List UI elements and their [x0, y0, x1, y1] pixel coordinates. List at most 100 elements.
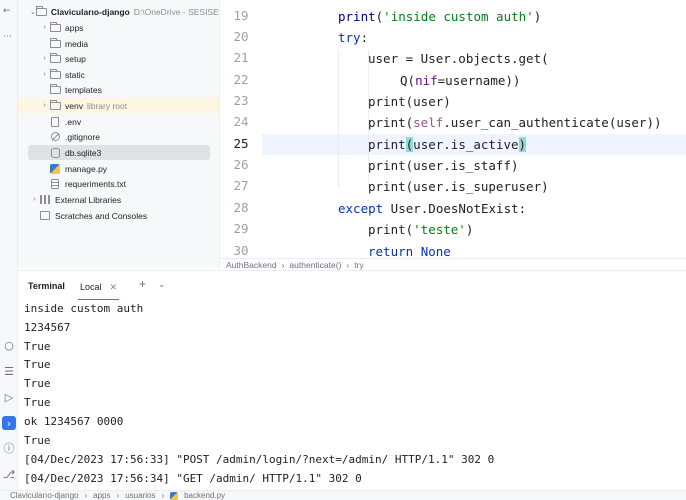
line-number: 20	[233, 29, 249, 44]
tree-item-label: templates	[65, 84, 102, 95]
line-number: 23	[233, 93, 249, 108]
tree-item-templates[interactable]: templates	[18, 82, 219, 97]
status-bar: Clavicularıo-django › apps › usuarios › …	[0, 490, 686, 500]
line-number: 27	[233, 178, 249, 193]
run-icon[interactable]: ▷	[2, 390, 16, 404]
line-number: 24	[233, 114, 249, 129]
folder-icon	[49, 52, 61, 64]
line-number: 29	[233, 221, 249, 236]
tree-item-venv[interactable]: › venv library root	[18, 98, 219, 113]
terminal-line: True	[24, 377, 51, 390]
code-line-22: Q(nif=username))	[400, 73, 521, 88]
folder-icon	[49, 21, 61, 33]
tree-item-label: manage.py	[65, 163, 108, 174]
code-line-21: user = User.objects.get(	[368, 51, 549, 66]
tree-item-manage-py[interactable]: manage.py	[18, 161, 219, 176]
tab-local[interactable]: Local ✕	[78, 275, 120, 301]
tree-item-apps[interactable]: › apps	[18, 20, 219, 35]
file-icon	[49, 116, 61, 127]
python-file-icon	[170, 491, 179, 500]
tree-item-label: media	[65, 38, 89, 49]
status-crumb[interactable]: usuarios	[125, 491, 155, 500]
collapse-icon[interactable]: ←	[3, 6, 11, 16]
terminal-line: True	[24, 434, 51, 447]
terminal-line: [04/Dec/2023 17:56:34] "GET /admin/ HTTP…	[24, 472, 362, 485]
tree-item-external-libraries[interactable]: › External Libraries	[18, 192, 219, 207]
more-icon[interactable]: ⋯	[3, 32, 12, 42]
tree-item-label: setup	[65, 53, 86, 64]
chevron-right-icon: ›	[116, 491, 120, 500]
terminal-line: inside custom auth	[24, 302, 144, 315]
scratches-icon	[39, 211, 51, 221]
line-number: 25	[233, 136, 249, 151]
library-icon	[39, 195, 51, 205]
breadcrumb-item[interactable]: try	[354, 260, 363, 270]
chevron-right-icon: ›	[346, 259, 350, 270]
database-icon	[49, 147, 61, 158]
breadcrumb-item[interactable]: authenticate()	[289, 260, 341, 270]
code-line-24: print(self.user_can_authenticate(user))	[368, 115, 662, 130]
root-name: Clavicularıo-django	[50, 6, 130, 17]
folder-icon	[49, 99, 61, 111]
line-number: 21	[233, 50, 249, 65]
terminal-output[interactable]: inside custom auth 1234567 True True Tru…	[18, 300, 686, 490]
tree-item-media[interactable]: media	[18, 36, 219, 51]
layers-icon[interactable]: ☰	[2, 364, 16, 378]
terminal-icon[interactable]: ›	[2, 416, 16, 430]
code-line-30: return None	[368, 244, 451, 258]
terminal-line: [04/Dec/2023 17:56:33] "POST /admin/logi…	[24, 453, 495, 466]
problems-icon[interactable]: ⓘ	[2, 441, 16, 455]
activity-bar: ← ⋯ ○ ☰ ▷ › ⓘ ⎇	[0, 0, 18, 500]
code-line-26: print(user.is_staff)	[368, 158, 519, 173]
tree-item-label: venv	[65, 100, 83, 111]
python-console-icon[interactable]: ○	[2, 338, 16, 352]
status-crumb[interactable]: backend.py	[184, 491, 225, 500]
chevron-right-icon: ›	[84, 491, 88, 500]
status-crumb[interactable]: apps	[93, 491, 110, 500]
tree-item-label: .env	[65, 116, 82, 127]
tree-item-label: .gitignore	[65, 131, 100, 142]
line-number: 19	[233, 8, 249, 23]
breadcrumb-item[interactable]: AuthBackend	[226, 260, 277, 270]
code-line-28: except User.DoesNotExist:	[338, 201, 527, 216]
tree-root[interactable]: ⌄ Clavicularıo-django D:\OneDrive - SESI…	[18, 4, 220, 19]
tree-item-requeriments[interactable]: requeriments.txt	[18, 176, 219, 191]
root-path: D:\OneDrive - SESISEN/	[133, 6, 220, 17]
editor-breadcrumb: AuthBackend › authenticate() › try	[220, 258, 686, 270]
tree-item-label: apps	[65, 22, 84, 33]
indent-guide	[338, 50, 339, 188]
chevron-right-icon[interactable]: ›	[40, 102, 49, 109]
git-icon[interactable]: ⎇	[2, 467, 16, 481]
line-gutter: 19 20 21 22 23 24 25 26 27 28 29 30	[220, 0, 262, 258]
terminal-line: ok 1234567 0000	[24, 415, 124, 428]
code-line-25: print(user.is_active)	[368, 137, 527, 152]
line-number: 28	[233, 200, 249, 215]
close-icon[interactable]: ✕	[110, 282, 118, 293]
tree-item-setup[interactable]: › setup	[18, 51, 219, 66]
chevron-right-icon[interactable]: ›	[40, 55, 49, 62]
line-number: 26	[233, 157, 249, 172]
tree-item-gitignore[interactable]: .gitignore	[18, 129, 219, 144]
chevron-down-icon[interactable]: ⌄	[158, 279, 166, 290]
tree-item-db-sqlite3[interactable]: db.sqlite3	[28, 145, 210, 160]
code-line-23: print(user)	[368, 94, 451, 109]
project-tree: ⌄ Clavicularıo-django D:\OneDrive - SESI…	[18, 0, 220, 268]
chevron-right-icon[interactable]: ›	[40, 71, 49, 78]
terminal-line: True	[24, 396, 51, 409]
tree-item-env[interactable]: .env	[18, 114, 219, 129]
tree-item-label: db.sqlite3	[65, 147, 102, 158]
chevron-right-icon[interactable]: ›	[30, 196, 39, 203]
python-file-icon	[49, 163, 61, 174]
folder-icon	[49, 37, 61, 49]
tree-item-label: External Libraries	[55, 194, 122, 205]
terminal-title: Terminal	[28, 281, 65, 291]
tree-item-scratches[interactable]: Scratches and Consoles	[18, 208, 219, 223]
terminal-line: True	[24, 340, 51, 353]
folder-icon	[49, 83, 61, 95]
chevron-right-icon[interactable]: ›	[40, 24, 49, 31]
tree-item-static[interactable]: › static	[18, 67, 219, 82]
add-tab-icon[interactable]: +	[139, 277, 146, 291]
code-line-20: try:	[338, 30, 369, 45]
code-editor[interactable]: 19 20 21 22 23 24 25 26 27 28 29 30 prin…	[220, 0, 686, 258]
status-crumb[interactable]: Clavicularıo-django	[10, 491, 78, 500]
